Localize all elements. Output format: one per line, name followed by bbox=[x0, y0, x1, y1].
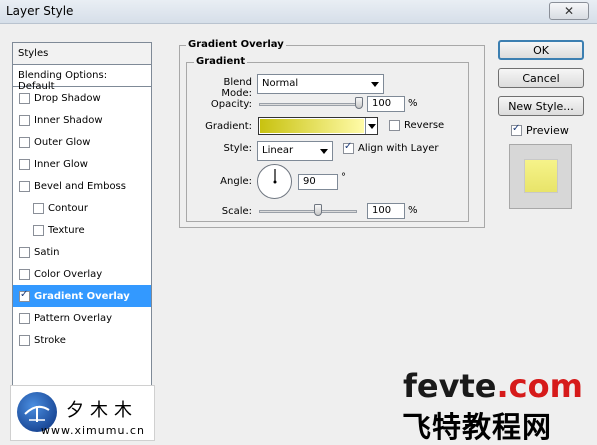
style-item-checkbox[interactable] bbox=[19, 136, 30, 148]
opacity-slider-track[interactable] bbox=[259, 103, 361, 106]
angle-dial[interactable] bbox=[257, 164, 292, 199]
style-value: Linear bbox=[262, 145, 294, 156]
style-item-checkbox[interactable] bbox=[19, 158, 30, 170]
style-item-checkbox[interactable] bbox=[19, 268, 30, 280]
gradient-picker[interactable] bbox=[258, 117, 378, 135]
style-item-checkbox[interactable] bbox=[19, 334, 30, 346]
scale-label: Scale: bbox=[221, 206, 252, 217]
opacity-slider-thumb[interactable] bbox=[355, 97, 363, 109]
align-with-layer-label: Align with Layer bbox=[358, 143, 439, 154]
angle-input[interactable]: 90 bbox=[298, 174, 338, 190]
chevron-down-icon bbox=[371, 82, 379, 87]
style-item[interactable]: Gradient Overlay bbox=[13, 285, 151, 307]
blending-options-item[interactable]: Blending Options: Default bbox=[13, 65, 151, 92]
blend-mode-label: Blend Mode: bbox=[221, 77, 252, 99]
style-item-label: Stroke bbox=[34, 334, 66, 346]
new-style-button[interactable]: New Style... bbox=[498, 96, 584, 116]
reverse-label: Reverse bbox=[404, 120, 445, 131]
opacity-input[interactable]: 100 bbox=[367, 96, 405, 112]
style-item[interactable]: Pattern Overlay bbox=[13, 307, 151, 329]
scale-input[interactable]: 100 bbox=[367, 203, 405, 219]
style-item-label: Satin bbox=[34, 246, 60, 258]
style-item-checkbox[interactable] bbox=[33, 224, 44, 236]
gradient-overlay-title: Gradient Overlay bbox=[186, 39, 286, 50]
scale-slider-thumb[interactable] bbox=[313, 204, 322, 216]
style-item[interactable]: Satin bbox=[13, 241, 151, 263]
style-item-checkbox[interactable] bbox=[19, 246, 30, 258]
blend-mode-dropdown[interactable]: Normal bbox=[257, 74, 384, 94]
gradient-dropdown-button[interactable] bbox=[365, 118, 377, 134]
chevron-down-icon bbox=[320, 149, 328, 154]
style-item[interactable]: Bevel and Emboss bbox=[13, 175, 151, 197]
align-with-layer-row[interactable]: Align with Layer bbox=[343, 141, 439, 154]
style-item-label: Color Overlay bbox=[34, 268, 103, 280]
style-item-checkbox[interactable] bbox=[19, 114, 30, 126]
style-item-checkbox[interactable] bbox=[19, 312, 30, 324]
style-list: Drop Shadow Inner Shadow Outer Glow Inner G… bbox=[13, 87, 151, 351]
ximumu-url: www.ximumu.cn bbox=[41, 424, 145, 437]
scale-slider-track[interactable] bbox=[259, 210, 357, 213]
align-with-layer-checkbox[interactable] bbox=[343, 141, 354, 154]
style-item-checkbox[interactable] bbox=[33, 202, 44, 214]
blend-mode-value: Normal bbox=[262, 78, 299, 89]
ok-button[interactable]: OK bbox=[498, 40, 584, 60]
preview-swatch bbox=[524, 159, 558, 193]
angle-needle-icon bbox=[273, 169, 277, 184]
style-dropdown[interactable]: Linear bbox=[257, 141, 333, 161]
ximumu-logo-text: 夕木木 bbox=[66, 400, 138, 421]
style-item-label: Gradient Overlay bbox=[34, 290, 130, 302]
style-item-label: Inner Shadow bbox=[34, 114, 103, 126]
style-item[interactable]: Outer Glow bbox=[13, 131, 151, 153]
fevte-brand-cn: 飞特教程网 bbox=[402, 410, 553, 444]
cancel-button[interactable]: Cancel bbox=[498, 68, 584, 88]
style-item[interactable]: Contour bbox=[13, 197, 151, 219]
style-item-checkbox[interactable] bbox=[19, 92, 30, 104]
window-title: Layer Style bbox=[6, 4, 74, 18]
style-item-checkbox[interactable] bbox=[19, 289, 30, 302]
style-item-label: Bevel and Emboss bbox=[34, 180, 126, 192]
opacity-unit: % bbox=[408, 98, 418, 109]
close-button[interactable]: ✕ bbox=[549, 2, 589, 20]
title-bar: Layer Style ✕ bbox=[0, 0, 597, 24]
style-item[interactable]: Inner Glow bbox=[13, 153, 151, 175]
style-item-checkbox[interactable] bbox=[19, 180, 30, 192]
fevte-brand: fevte.com bbox=[403, 367, 583, 405]
style-item-label: Pattern Overlay bbox=[34, 312, 113, 324]
reverse-checkbox[interactable] bbox=[389, 120, 400, 131]
layer-style-dialog: Layer Style ✕ Styles Blending Options: D… bbox=[0, 0, 597, 445]
preview-checkbox-row[interactable]: Preview bbox=[511, 123, 569, 137]
ximumu-logo: 夕木木 www.ximumu.cn bbox=[10, 385, 155, 441]
style-preview bbox=[509, 144, 572, 209]
style-item[interactable]: Inner Shadow bbox=[13, 109, 151, 131]
style-item-label: Outer Glow bbox=[34, 136, 91, 148]
style-item[interactable]: Color Overlay bbox=[13, 263, 151, 285]
style-item-label: Drop Shadow bbox=[34, 92, 101, 104]
angle-unit: ° bbox=[341, 172, 346, 183]
reverse-checkbox-row[interactable]: Reverse bbox=[389, 120, 444, 131]
gradient-label: Gradient: bbox=[205, 121, 252, 132]
style-item-label: Contour bbox=[48, 202, 88, 214]
style-item[interactable]: Texture bbox=[13, 219, 151, 241]
style-item-label: Inner Glow bbox=[34, 158, 88, 170]
style-item-label: Texture bbox=[48, 224, 85, 236]
fevte-brand-text: fevte bbox=[403, 367, 497, 405]
angle-label: Angle: bbox=[220, 176, 252, 187]
styles-panel: Styles Blending Options: Default Drop Sh… bbox=[12, 42, 152, 387]
preview-checkbox[interactable] bbox=[511, 123, 522, 136]
gradient-preview[interactable] bbox=[259, 118, 365, 134]
style-item[interactable]: Stroke bbox=[13, 329, 151, 351]
gradient-title: Gradient bbox=[194, 56, 248, 67]
opacity-label: Opacity: bbox=[210, 99, 252, 110]
close-icon: ✕ bbox=[563, 4, 575, 18]
style-label: Style: bbox=[223, 143, 253, 154]
styles-header[interactable]: Styles bbox=[13, 43, 151, 65]
fevte-brand-domain: .com bbox=[496, 367, 583, 405]
preview-label: Preview bbox=[526, 124, 569, 137]
scale-unit: % bbox=[408, 205, 418, 216]
